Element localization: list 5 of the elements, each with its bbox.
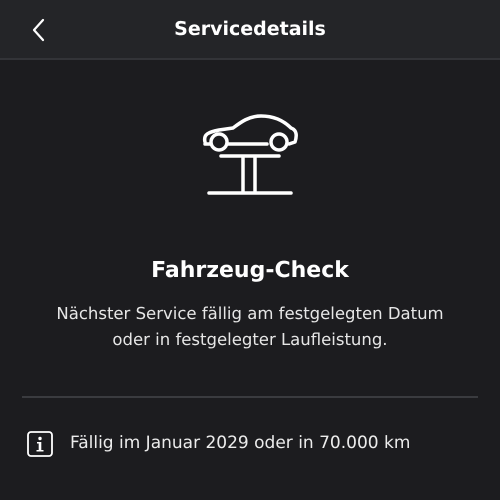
due-info-text: Fällig im Januar 2029 oder in 70.000 km — [70, 432, 410, 456]
screen-title: Servicedetails — [174, 16, 326, 42]
service-description: Nächster Service fällig am festgelegten Datum oder in festgelegter Laufleistung. — [55, 303, 445, 351]
service-title: Fahrzeug-Check — [151, 257, 349, 285]
info-icon — [27, 431, 53, 457]
